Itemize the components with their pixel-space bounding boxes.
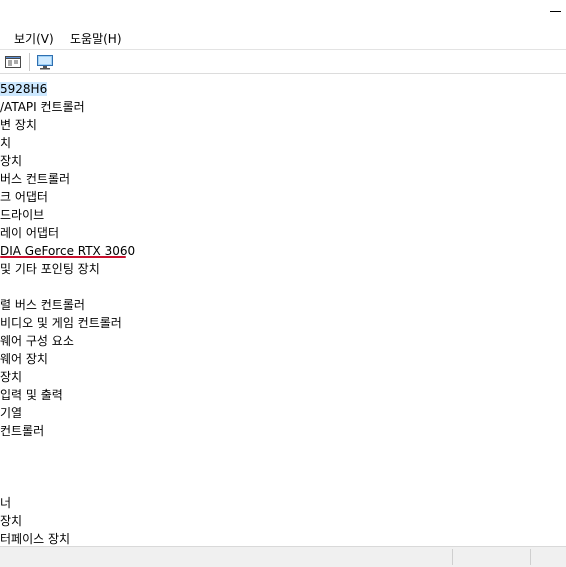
menu-view[interactable]: 보기(V) bbox=[14, 30, 54, 47]
tree-item[interactable]: 입력 및 출력 bbox=[0, 386, 63, 404]
tree-item[interactable]: 비디오 및 게임 컨트롤러 bbox=[0, 314, 122, 332]
tree-item-label: 버스 컨트롤러 bbox=[0, 172, 71, 186]
tree-item-label: 웨어 장치 bbox=[0, 352, 48, 366]
tree-item-label: 드라이브 bbox=[0, 208, 45, 222]
tree-item-label: 렬 버스 컨트롤러 bbox=[0, 298, 85, 312]
menu-help[interactable]: 도움말(H) bbox=[70, 30, 122, 47]
tree-item-label: 비디오 및 게임 컨트롤러 bbox=[0, 316, 122, 330]
tree-item[interactable]: 및 기타 포인팅 장치 bbox=[0, 260, 100, 278]
annotation-underline bbox=[0, 256, 126, 258]
tree-item[interactable]: /ATAPI 컨트롤러 bbox=[0, 98, 85, 116]
tree-item[interactable]: 장치 bbox=[0, 512, 22, 530]
tree-item[interactable]: 레이 어댑터 bbox=[0, 224, 59, 242]
properties-icon[interactable] bbox=[4, 53, 22, 71]
minimize-button[interactable] bbox=[550, 11, 561, 12]
tree-item-label: 변 장치 bbox=[0, 118, 37, 132]
tree-item[interactable]: 터페이스 장치 bbox=[0, 530, 70, 546]
tree-item-label: 컨트롤러 bbox=[0, 424, 45, 438]
tree-item[interactable]: 치 bbox=[0, 134, 11, 152]
tree-item-label: 크 어댑터 bbox=[0, 190, 48, 204]
title-bar bbox=[0, 0, 566, 26]
tree-item[interactable]: 렬 버스 컨트롤러 bbox=[0, 296, 85, 314]
tree-item-label: 웨어 구성 요소 bbox=[0, 334, 74, 348]
status-bar bbox=[0, 546, 566, 567]
device-tree: 5928H6 /ATAPI 컨트롤러 변 장치 치 장치 버스 컨트롤러 크 어… bbox=[0, 80, 566, 546]
tree-item[interactable]: 변 장치 bbox=[0, 116, 37, 134]
tree-item-label: 치 bbox=[0, 136, 12, 150]
tree-item-label: 레이 어댑터 bbox=[0, 226, 60, 240]
tree-item[interactable]: 버스 컨트롤러 bbox=[0, 170, 70, 188]
tree-item-label: 너 bbox=[0, 496, 12, 510]
status-divider bbox=[530, 549, 531, 565]
tree-item-label: 및 기타 포인팅 장치 bbox=[0, 262, 100, 276]
tree-item[interactable]: 너 bbox=[0, 494, 11, 512]
menu-bar: 보기(V) 도움말(H) bbox=[0, 27, 566, 49]
toolbar-divider bbox=[0, 73, 566, 74]
tree-item-label: 5928H6 bbox=[0, 82, 48, 96]
tree-item-label: 입력 및 출력 bbox=[0, 388, 63, 402]
tree-item[interactable]: 드라이브 bbox=[0, 206, 44, 224]
tree-item[interactable]: 장치 bbox=[0, 152, 22, 170]
tree-item[interactable]: 장치 bbox=[0, 368, 22, 386]
tree-item[interactable]: 웨어 장치 bbox=[0, 350, 48, 368]
status-divider bbox=[452, 549, 453, 565]
tree-item-label: 장치 bbox=[0, 514, 23, 528]
tree-item-label: 장치 bbox=[0, 370, 23, 384]
toolbar-separator bbox=[29, 53, 30, 71]
tree-item[interactable]: 컨트롤러 bbox=[0, 422, 44, 440]
toolbar bbox=[0, 50, 566, 74]
tree-item-label: 터페이스 장치 bbox=[0, 532, 71, 546]
tree-item-label: 장치 bbox=[0, 154, 23, 168]
tree-item[interactable]: 기열 bbox=[0, 404, 22, 422]
tree-item[interactable]: 크 어댑터 bbox=[0, 188, 48, 206]
tree-item-root[interactable]: 5928H6 bbox=[0, 80, 48, 98]
tree-item[interactable]: 웨어 구성 요소 bbox=[0, 332, 74, 350]
tree-item-label: 기열 bbox=[0, 406, 23, 420]
tree-item-label: /ATAPI 컨트롤러 bbox=[0, 100, 85, 114]
monitor-icon[interactable] bbox=[36, 53, 54, 71]
